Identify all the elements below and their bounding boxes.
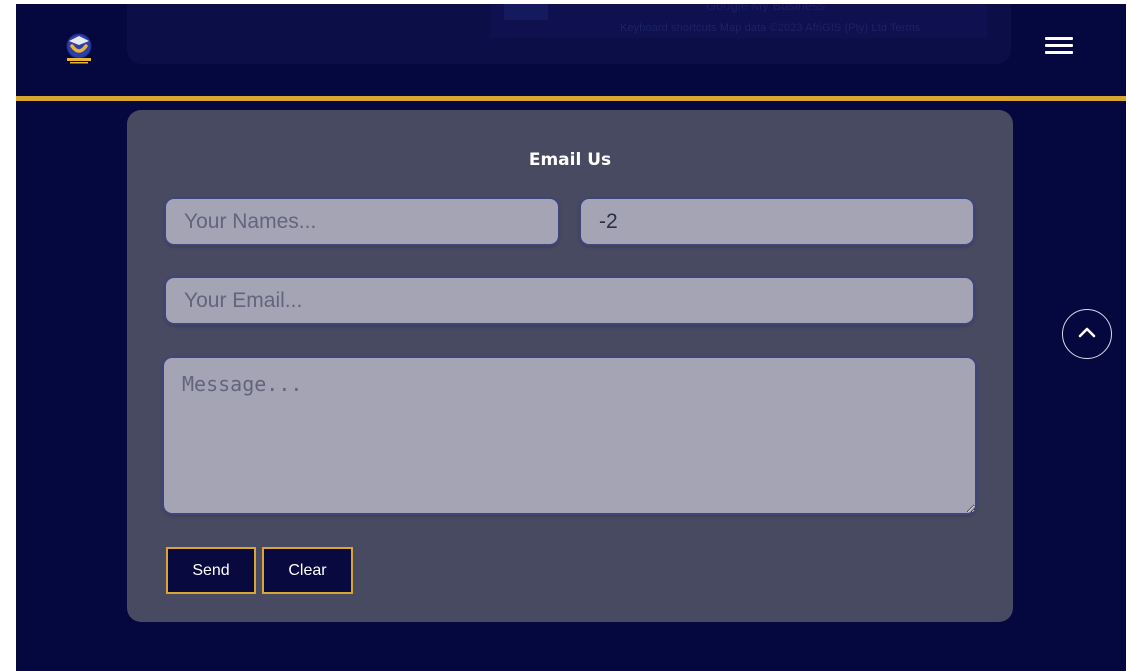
chevron-up-icon bbox=[1078, 327, 1096, 338]
hamburger-menu-icon[interactable] bbox=[1042, 34, 1076, 58]
send-button[interactable]: Send bbox=[166, 547, 256, 594]
clear-button[interactable]: Clear bbox=[262, 547, 353, 594]
email-form: Email Us Send Clear bbox=[127, 110, 1013, 622]
map-title: Google My Business bbox=[706, 4, 826, 13]
header-divider bbox=[16, 96, 1126, 101]
map-attribution[interactable]: Keyboard shortcuts Map data ©2023 AfriGI… bbox=[620, 22, 920, 34]
name-input[interactable] bbox=[166, 199, 558, 244]
form-title: Email Us bbox=[528, 150, 612, 170]
phone-input[interactable] bbox=[581, 199, 973, 244]
school-logo-icon[interactable] bbox=[61, 29, 97, 67]
map-thumbnail[interactable] bbox=[504, 4, 548, 20]
scroll-to-top-button[interactable] bbox=[1062, 309, 1112, 359]
page: Google My Business Keyboard shortcuts Ma… bbox=[16, 4, 1126, 671]
message-textarea[interactable] bbox=[164, 358, 975, 513]
email-input[interactable] bbox=[166, 278, 973, 323]
